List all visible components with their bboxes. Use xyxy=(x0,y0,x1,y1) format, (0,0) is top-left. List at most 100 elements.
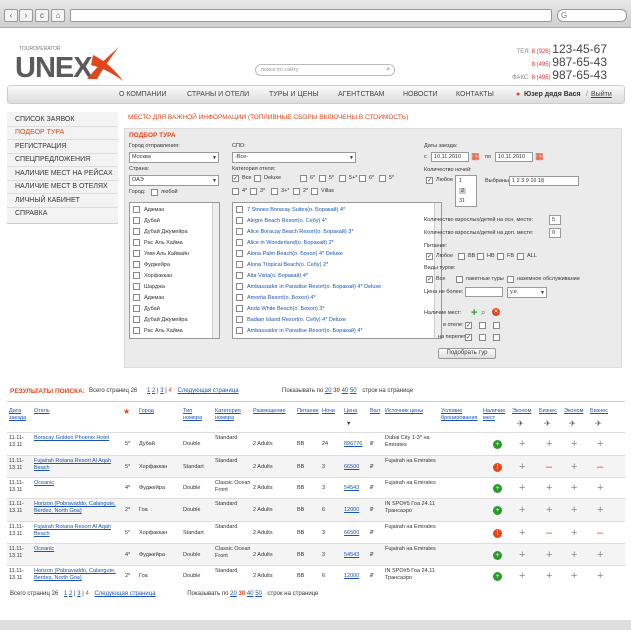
hotel-list-item[interactable]: Alona Palm Beach(о. Бохол) 4* Deluxe xyxy=(236,250,343,257)
city-checkbox[interactable] xyxy=(133,305,140,312)
column-header[interactable]: Условие бронирования xyxy=(441,408,481,422)
tourtype-checkbox[interactable] xyxy=(507,276,514,283)
plus-icon[interactable]: + xyxy=(546,549,552,560)
cell-hotel[interactable]: Oceanic xyxy=(34,480,118,487)
plus-icon[interactable]: + xyxy=(519,549,525,560)
find-tour-button[interactable]: Подобрать тур xyxy=(438,348,496,359)
spo-select[interactable]: -Все- ▼ xyxy=(232,152,356,163)
plus-icon[interactable]: + xyxy=(571,527,577,538)
sidebar-item-help[interactable]: СПРАВКА xyxy=(15,210,47,217)
cell-price[interactable]: 54543 xyxy=(344,552,368,559)
meal-checkbox[interactable]: ✓ xyxy=(426,253,433,260)
column-header[interactable]: Отель xyxy=(34,408,114,415)
column-header[interactable]: Вал xyxy=(370,408,382,415)
currency-select[interactable]: у.е. ▼ xyxy=(507,287,547,298)
city-list-item[interactable]: Шарджа xyxy=(133,283,165,290)
nav-news[interactable]: НОВОСТИ xyxy=(403,91,438,98)
plus-icon[interactable]: + xyxy=(519,505,525,516)
nav-countries[interactable]: СТРАНЫ И ОТЕЛИ xyxy=(187,91,249,98)
sort-desc-icon[interactable]: ▼ xyxy=(346,421,351,428)
city-checkbox[interactable] xyxy=(133,250,140,257)
calendar-icon[interactable]: ▦ xyxy=(471,151,480,162)
hotelcat-checkbox[interactable] xyxy=(379,175,386,182)
user-name[interactable]: Юзер дядя Вася xyxy=(524,91,581,98)
column-header[interactable]: Бизнес xyxy=(539,408,561,415)
city-list-item[interactable]: Хорфаккан xyxy=(133,272,172,279)
minus-icon[interactable]: – xyxy=(546,527,552,538)
city-list-item[interactable]: Рас Аль Хайма xyxy=(133,239,183,246)
tourtype-checkbox[interactable]: ✓ xyxy=(426,276,433,283)
cell-price[interactable]: 896776 xyxy=(344,441,368,448)
hotel-checkbox[interactable] xyxy=(236,316,243,323)
hotel-list-item[interactable]: Alice in Wonderland(о. Боракай) 2* xyxy=(236,239,334,246)
city-list-item[interactable]: Дубай Джумейра xyxy=(133,228,188,235)
plus-icon[interactable]: + xyxy=(597,439,603,450)
column-header[interactable]: Эконом xyxy=(564,408,586,415)
column-header[interactable]: Питание xyxy=(297,408,319,415)
hotel-list-item[interactable]: Alona Tropical Beach(о. Себу) 2* xyxy=(236,261,328,268)
selected-nights-field[interactable]: 1 2 3 9 16 18 xyxy=(509,176,579,186)
city-checkbox[interactable] xyxy=(133,294,140,301)
home-button[interactable]: ⌂ xyxy=(51,9,65,22)
logout-link[interactable]: Выйти xyxy=(591,91,612,98)
calendar-icon[interactable]: ▦ xyxy=(535,151,544,162)
plus-icon[interactable]: + xyxy=(546,571,552,582)
cell-hotel[interactable]: Horizon (Pobravaddo, Calangute, Berdez, … xyxy=(34,568,118,582)
column-header[interactable]: Источник цены xyxy=(385,408,437,415)
meal-checkbox[interactable] xyxy=(517,253,524,260)
back-button[interactable]: ‹ xyxy=(4,9,18,22)
column-header[interactable]: Цена xyxy=(344,408,366,415)
hotel-onrequest-checkbox[interactable] xyxy=(479,322,486,329)
cell-price[interactable]: 66500 xyxy=(344,530,368,537)
flight-none-checkbox[interactable] xyxy=(493,334,500,341)
adults-input[interactable]: 5 xyxy=(549,215,561,225)
hotel-list-item[interactable]: Anda White Beach(о. Бохол) 3* xyxy=(236,305,325,312)
plus-icon[interactable]: + xyxy=(571,439,577,450)
hotel-list[interactable]: 7 Stones Boracay Suites(о. Боракай) 4* Al… xyxy=(232,202,442,339)
city-list-item[interactable]: Фуджейра xyxy=(133,261,170,268)
minus-icon[interactable]: – xyxy=(597,527,603,538)
plus-icon[interactable]: + xyxy=(597,483,603,494)
hotel-list-item[interactable]: Amorita Resort(о. Бохол) 4* xyxy=(236,294,316,301)
hotel-list-item[interactable]: Alice Boracay Beach Resort(о. Боракай) 3… xyxy=(236,228,353,235)
column-header[interactable]: Категория номера xyxy=(215,408,249,422)
hotelcat-checkbox[interactable] xyxy=(339,175,346,182)
city-list[interactable]: Аджман Дубай Дубай Джумейра Рас Аль Хайма Ум… xyxy=(129,202,220,339)
hotel-checkbox[interactable] xyxy=(236,305,243,312)
cell-hotel[interactable]: Fujairah Rotana Resort Al Aqah Beach xyxy=(34,524,118,538)
cell-hotel[interactable]: Fujairah Rotana Resort Al Aqah Beach xyxy=(34,458,118,472)
hotelcat-checkbox[interactable] xyxy=(293,188,300,195)
meal-checkbox[interactable] xyxy=(458,253,465,260)
nav-agencies[interactable]: АГЕНТСТВАМ xyxy=(338,91,385,98)
address-bar[interactable] xyxy=(70,9,552,22)
browser-search-field[interactable]: G xyxy=(557,9,627,22)
meal-checkbox[interactable] xyxy=(477,253,484,260)
search-icon[interactable]: ⌕ xyxy=(386,65,390,75)
sidebar-item-tour-search[interactable]: ПОДБОР ТУРА xyxy=(15,129,64,136)
city-list-item[interactable]: Умм Аль Кайвайн xyxy=(133,250,189,257)
plus-icon[interactable]: + xyxy=(597,549,603,560)
column-header[interactable]: Бизнес xyxy=(590,408,612,415)
hotel-checkbox[interactable] xyxy=(236,206,243,213)
hotel-avail-checkbox[interactable]: ✓ xyxy=(465,322,472,329)
sidebar-item-account[interactable]: ЛИЧНЫЙ КАБИНЕТ xyxy=(15,197,80,204)
hotelcat-checkbox[interactable] xyxy=(254,175,261,182)
hotel-checkbox[interactable] xyxy=(236,250,243,257)
hotelcat-checkbox[interactable] xyxy=(300,175,307,182)
hotel-checkbox[interactable] xyxy=(236,228,243,235)
sidebar-item-hotel-seats[interactable]: НАЛИЧИЕ МЕСТ В ОТЕЛЯХ xyxy=(15,183,108,190)
plus-icon[interactable]: + xyxy=(519,571,525,582)
city-checkbox[interactable] xyxy=(133,239,140,246)
city-checkbox[interactable] xyxy=(133,272,140,279)
hotel-checkbox[interactable] xyxy=(236,327,243,334)
nav-tours[interactable]: ТУРЫ И ЦЕНЫ xyxy=(269,91,319,98)
hotel-checkbox[interactable] xyxy=(236,272,243,279)
nav-about[interactable]: О КОМПАНИИ xyxy=(119,91,166,98)
plus-icon[interactable]: + xyxy=(571,549,577,560)
plus-icon[interactable]: + xyxy=(597,571,603,582)
city-list-item[interactable]: Дубай xyxy=(133,305,160,312)
hotel-checkbox[interactable] xyxy=(236,217,243,224)
city-checkbox[interactable] xyxy=(133,316,140,323)
hotelcat-checkbox[interactable] xyxy=(359,175,366,182)
cell-price[interactable]: 66500 xyxy=(344,464,368,471)
